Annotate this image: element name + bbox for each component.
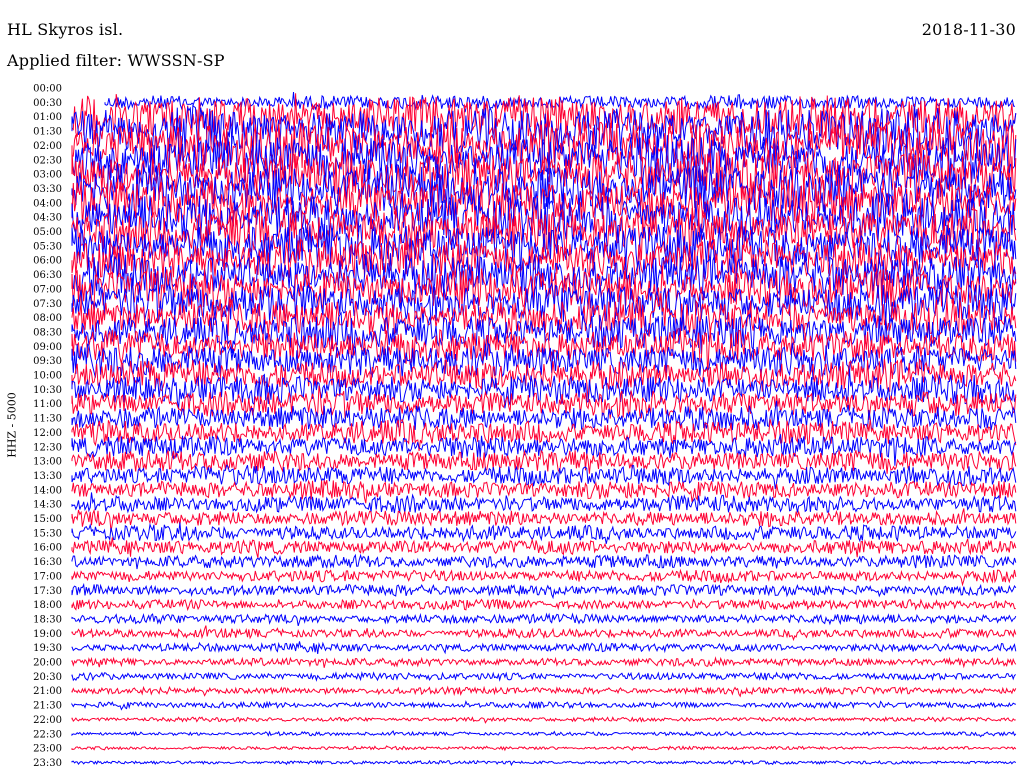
seismic-trace-2130 [71,700,1016,711]
time-tick-label: 14:30 [33,500,62,511]
time-tick-label: 00:30 [33,98,62,109]
time-tick-label: 23:00 [33,744,62,755]
seismic-trace-1630 [71,553,1017,570]
time-tick-label: 06:30 [33,270,62,281]
time-tick-label: 04:00 [33,198,62,209]
time-tick-label: 08:00 [33,313,62,324]
time-tick-label: 16:00 [33,543,62,554]
seismic-trace-1200 [71,418,1017,451]
seismic-trace-2330 [71,759,1017,767]
seismic-trace-1600 [71,537,1017,559]
seismic-trace-1300 [71,449,1017,474]
time-tick-label: 07:30 [33,299,62,310]
time-tick-label: 14:00 [33,485,62,496]
helicorder-plot: 00:00 00:30 01:00 01:30 02:00 02:30 03:00 03:30… [33,84,1017,769]
time-tick-label: 23:30 [33,758,62,769]
time-tick-label: 22:00 [33,715,62,726]
seismic-trace-1730 [71,582,1017,600]
time-tick-label: 13:00 [33,457,62,468]
time-tick-layer: 00:00 00:30 01:00 01:30 02:00 02:30 03:00 03:30… [33,84,62,769]
time-tick-label: 10:00 [33,371,62,382]
time-tick-label: 21:00 [33,686,62,697]
time-tick-label: 15:30 [33,528,62,539]
time-tick-label: 05:00 [33,227,62,238]
time-tick-label: 12:30 [33,442,62,453]
seismic-trace-2030 [71,670,1017,682]
time-tick-label: 05:30 [33,241,62,252]
seismic-trace-1930 [71,641,1017,655]
time-tick-label: 10:30 [33,385,62,396]
time-tick-label: 09:00 [33,342,62,353]
time-tick-label: 01:00 [33,112,62,123]
time-tick-label: 18:00 [33,600,62,611]
time-tick-label: 22:30 [33,729,62,740]
seismic-trace-1700 [71,568,1017,587]
time-tick-label: 09:30 [33,356,62,367]
time-tick-label: 17:30 [33,586,62,597]
time-tick-label: 19:30 [33,643,62,654]
time-tick-label: 11:30 [33,414,62,425]
time-tick-label: 11:00 [33,399,62,410]
time-tick-label: 01:30 [33,127,62,138]
time-tick-label: 12:00 [33,428,62,439]
time-tick-label: 17:00 [33,571,62,582]
seismic-trace-1800 [71,598,1016,612]
time-tick-label: 20:00 [33,658,62,669]
time-tick-label: 02:30 [33,155,62,166]
time-tick-label: 02:00 [33,141,62,152]
time-tick-label: 07:00 [33,284,62,295]
time-tick-label: 20:30 [33,672,62,683]
time-tick-label: 03:00 [33,170,62,181]
seismic-trace-2000 [71,656,1017,669]
time-tick-label: 18:30 [33,614,62,625]
seismic-trace-1430 [71,492,1017,514]
seismic-trace-2230 [71,730,1017,738]
time-tick-label: 16:30 [33,557,62,568]
seismic-trace-1900 [71,625,1017,642]
seismic-trace-2200 [71,716,1016,724]
trace-layer [71,92,1017,767]
time-tick-label: 19:00 [33,629,62,640]
seismic-trace-2100 [71,685,1017,698]
time-tick-label: 03:30 [33,184,62,195]
time-tick-label: 04:30 [33,213,62,224]
seismic-trace-1530 [71,522,1017,544]
time-tick-label: 08:30 [33,327,62,338]
time-tick-label: 15:00 [33,514,62,525]
seismic-trace-2300 [71,745,1017,752]
time-tick-label: 00:00 [33,84,62,95]
time-tick-label: 21:30 [33,701,62,712]
time-tick-label: 13:30 [33,471,62,482]
seismic-trace-1830 [71,612,1017,627]
time-tick-label: 06:00 [33,256,62,267]
